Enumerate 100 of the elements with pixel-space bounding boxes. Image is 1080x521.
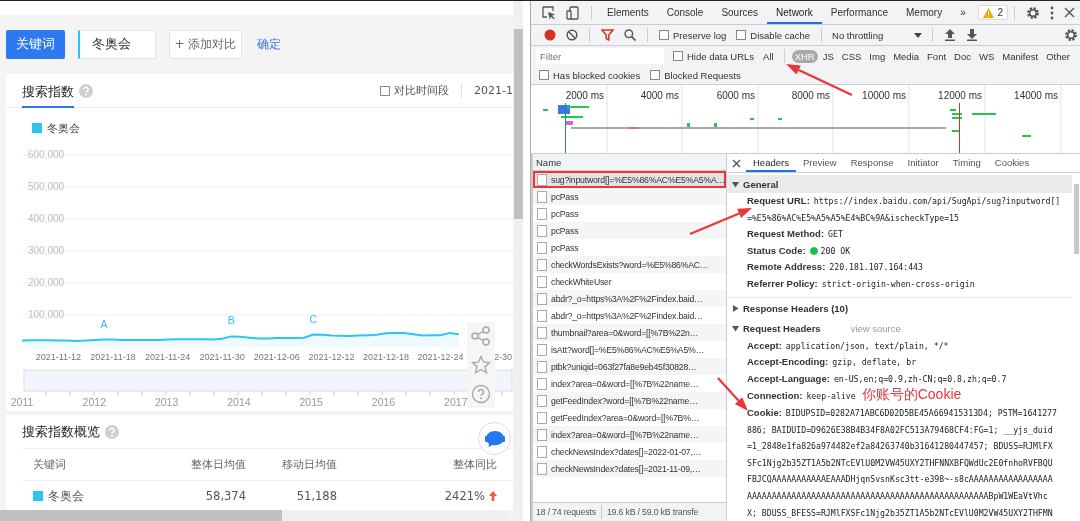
triangle-right-icon[interactable] xyxy=(732,305,739,313)
star-icon[interactable] xyxy=(471,355,491,375)
file-icon xyxy=(537,173,547,186)
filter-field[interactable]: Filter xyxy=(536,48,664,64)
detail-tab[interactable]: Response xyxy=(843,154,901,172)
preserve-log-checkbox[interactable]: Preserve log xyxy=(659,29,727,41)
filter-type-button[interactable]: Doc xyxy=(951,49,974,63)
search-icon[interactable] xyxy=(624,29,636,41)
arrow xyxy=(717,377,748,411)
request-row[interactable]: thumbnail?area=0&word=[[%7B%22n… xyxy=(533,324,726,341)
add-comparison-button[interactable]: + 添加对比 xyxy=(169,30,242,59)
settings-icon[interactable] xyxy=(1026,5,1040,20)
table-cell: 58,374 xyxy=(205,489,246,503)
request-row[interactable]: ptbk?uniqid=063f27fa8e9eb45f30828… xyxy=(533,358,726,375)
filter-type-button[interactable]: CSS xyxy=(838,49,865,63)
more-tabs-button[interactable]: » xyxy=(951,1,975,24)
throttling-dropdown[interactable]: No throttling xyxy=(832,29,922,41)
request-row[interactable]: pcPass xyxy=(533,188,726,205)
file-icon xyxy=(537,428,547,441)
request-row[interactable]: checkNewsIndex?dates[]=2021-11-09,… xyxy=(533,460,726,477)
timeline-tick-label: 14000 ms xyxy=(1014,90,1058,101)
triangle-down-icon[interactable] xyxy=(732,180,739,188)
panel-tab[interactable]: Console xyxy=(657,1,713,24)
upload-icon[interactable] xyxy=(944,29,956,41)
file-icon xyxy=(537,343,547,356)
year-label: 2011 xyxy=(10,396,34,408)
file-icon xyxy=(537,207,547,220)
triangle-down-icon[interactable] xyxy=(732,325,739,333)
request-row[interactable]: getFeedIndex?word=[[%7B%22name… xyxy=(533,392,726,409)
section-header[interactable]: General xyxy=(743,178,779,190)
axis-label: 2021-11-24 xyxy=(144,352,191,362)
header-name: Status Code: xyxy=(747,244,806,256)
scrollbar-thumb[interactable] xyxy=(0,510,282,521)
request-row[interactable]: index?area=0&word=[[%7B%22name… xyxy=(533,426,726,443)
clear-icon[interactable] xyxy=(566,29,578,41)
filter-checkbox[interactable]: Has blocked cookies xyxy=(539,69,641,81)
disable-cache-checkbox[interactable]: Disable cache xyxy=(736,29,810,41)
detail-tab[interactable]: Preview xyxy=(795,154,844,172)
hide-data-urls-checkbox[interactable]: Hide data URLs xyxy=(673,50,755,62)
column-header[interactable]: Name xyxy=(533,154,726,171)
keyword-field[interactable]: 冬奥会 xyxy=(78,30,156,59)
filter-type-button[interactable]: Img xyxy=(866,49,889,63)
axis-label: 2021-11-12 xyxy=(35,352,82,362)
close-icon[interactable] xyxy=(732,158,741,168)
request-row[interactable]: abdr?_o=https%3A%2F%2Findex.baid… xyxy=(533,290,726,307)
settings-icon[interactable] xyxy=(1064,28,1078,42)
detail-tab[interactable]: Timing xyxy=(945,154,988,172)
device-icon[interactable] xyxy=(566,5,580,20)
filter-icon[interactable] xyxy=(601,29,614,41)
request-row[interactable]: checkWordsExists?word=%E5%86%AC… xyxy=(533,256,726,273)
request-row[interactable]: sug?inputword[]=%E5%86%AC%E5%A5%A… xyxy=(533,171,726,188)
section-header[interactable]: Response Headers (10) xyxy=(743,303,849,315)
confirm-link[interactable]: 确定 xyxy=(257,36,281,53)
filter-type-button[interactable]: Font xyxy=(924,49,950,63)
date-range[interactable]: 2021-1 xyxy=(474,84,513,97)
header-value: BIDUPSID=0282A71ABC6D02D5BE45A669415313D4; PSTM=1641277 xyxy=(785,407,1057,418)
compare-period-checkbox[interactable]: 对比时间段 xyxy=(380,83,450,98)
filter-type-button[interactable]: JS xyxy=(819,49,837,63)
horizontal-scrollbar[interactable] xyxy=(0,510,507,521)
filter-type-button[interactable]: WS xyxy=(975,49,998,63)
vertical-scrollbar[interactable] xyxy=(513,1,523,521)
file-icon xyxy=(537,377,547,390)
keyword-button[interactable]: 关键词 xyxy=(6,30,65,59)
status-text: 18 / 74 requests xyxy=(535,507,597,517)
filter-type-button[interactable]: Media xyxy=(890,49,923,63)
timeline-tick-label: 8000 ms xyxy=(791,90,830,101)
record-icon[interactable] xyxy=(544,29,556,41)
more-menu-icon[interactable] xyxy=(1050,5,1054,20)
header-value: X; BDUSS_BFESS=RJMlFXSFc1Njg2b35ZT1A5b2NTcEVlU0M2VW45UXY2THFMN xyxy=(747,506,1054,520)
filter-type-button[interactable]: All xyxy=(760,49,777,63)
header-value: en-US,en;q=0.9,zh-CN;q=0.8,zh;q=0.7 xyxy=(833,373,1007,384)
scrollbar-thumb[interactable] xyxy=(513,29,523,219)
filter-checkbox[interactable]: Blocked Requests xyxy=(650,69,741,81)
header-value: =%E5%86%AC%E5%A5%A5%E4%BC%9A&ischeckType=15 xyxy=(747,211,960,225)
panel-tab[interactable]: Sources xyxy=(712,1,768,24)
close-icon[interactable] xyxy=(1064,7,1075,18)
section-header[interactable]: Request Headers xyxy=(743,323,821,335)
file-icon xyxy=(537,241,547,254)
panel-tab[interactable]: Elements xyxy=(598,1,658,24)
detail-tab[interactable]: Cookies xyxy=(987,154,1037,172)
detail-tab[interactable]: Headers xyxy=(746,154,796,172)
filter-type-button[interactable]: Manifest xyxy=(999,49,1042,63)
header-value: FBJCQAAAAAAAAAAAEAAADHjqnSvsnKsc3tt-e398~-s8cAAAAAAAAAAAAAAAAA xyxy=(747,473,1054,487)
download-icon[interactable] xyxy=(966,29,978,41)
axis-label: 600,000 xyxy=(28,149,65,160)
scrollbar-thumb[interactable] xyxy=(1074,184,1079,254)
filter-type-button[interactable]: Other xyxy=(1043,49,1073,63)
header-name: Connection: xyxy=(747,390,803,402)
header-value: SFc1Njg2b35ZT1A5b2NTcEVlU0M2VW45UXY2THFNNXBFQWdUc2E0fnhoRVFBQU xyxy=(747,456,1054,470)
warning-badge[interactable]: 2 xyxy=(978,5,1008,20)
header-name: Cookie: xyxy=(747,406,782,418)
request-row[interactable]: pcPass xyxy=(533,222,726,239)
detail-tab[interactable]: Initiator xyxy=(900,154,946,172)
file-icon xyxy=(537,445,547,458)
caret-icon xyxy=(914,32,922,38)
panel-tab[interactable]: Performance xyxy=(821,1,897,24)
status-dot-icon xyxy=(809,246,818,255)
panel-tab[interactable]: Memory xyxy=(897,1,952,24)
axis-label: 200,000 xyxy=(28,277,65,288)
inspect-icon[interactable] xyxy=(542,5,556,20)
